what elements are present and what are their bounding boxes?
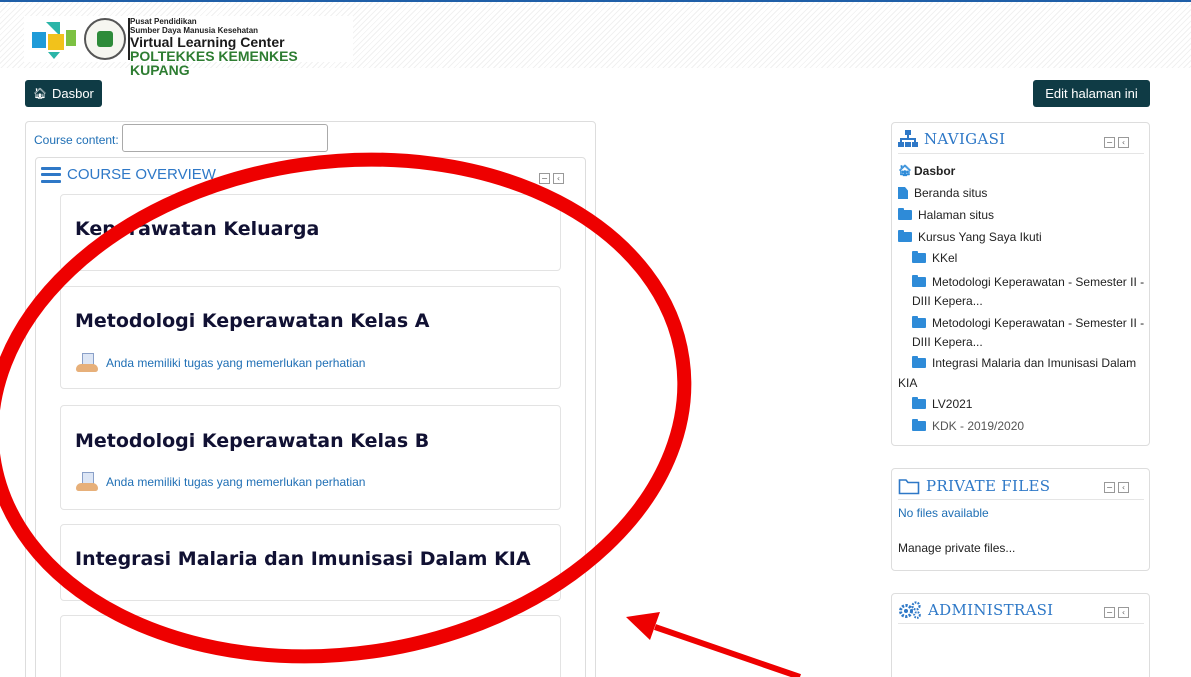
nav-item-label: Halaman situs (918, 208, 995, 222)
administration-title: ADMINISTRASI (928, 601, 1054, 619)
block-controls: − ‹ (1104, 482, 1129, 493)
nav-item-label-continued[interactable]: KIA (898, 376, 917, 390)
logo-line-1: Pusat Pendidikan (130, 17, 197, 26)
poltekkes-seal-icon (84, 18, 126, 60)
home-icon: 🏠︎ (33, 88, 47, 100)
block-controls: − ‹ (539, 173, 564, 184)
home-icon: 🏠︎ (898, 165, 912, 177)
file-icon (898, 187, 908, 199)
assignment-icon (76, 472, 98, 492)
folder-icon (912, 275, 926, 287)
course-attention-text: Anda memiliki tugas yang memerlukan perh… (106, 475, 366, 489)
nav-item-course[interactable]: KDK - 2019/2020 (912, 417, 1024, 435)
manage-private-files-link[interactable]: Manage private files... (898, 541, 1015, 555)
dock-icon[interactable]: ‹ (1118, 137, 1129, 148)
course-title-link[interactable]: Keperawatan Keluarga (75, 218, 319, 240)
nav-item-label: Metodologi Keperawatan - Semester II - (932, 316, 1145, 330)
course-card[interactable] (60, 615, 561, 677)
folder-icon (912, 251, 926, 263)
block-controls: − ‹ (1104, 137, 1129, 148)
nav-item-label: KDK - 2019/2020 (932, 419, 1025, 433)
nav-item-label: Beranda situs (914, 186, 988, 200)
course-content-label: Course content: (34, 133, 119, 147)
nav-item-label: Metodologi Keperawatan - Semester II - (932, 275, 1145, 289)
sitemap-icon (898, 130, 918, 147)
folder-outline-icon (898, 479, 920, 495)
nav-item-label: Kursus Yang Saya Ikuti (918, 230, 1042, 244)
nav-item-course[interactable]: LV2021 (912, 395, 972, 413)
dock-icon[interactable]: ‹ (1118, 607, 1129, 618)
assignment-icon (76, 353, 98, 373)
nav-item-course[interactable]: KKel (912, 249, 957, 267)
dashboard-button-label: Dasbor (51, 86, 94, 101)
folder-icon (912, 356, 926, 368)
dock-icon[interactable]: ‹ (1118, 482, 1129, 493)
collapse-icon[interactable]: − (1104, 607, 1115, 618)
course-title-link[interactable]: Metodologi Keperawatan Kelas B (75, 430, 429, 452)
dashboard-button[interactable]: 🏠︎ Dasbor (25, 80, 102, 107)
annotation-arrow-head (626, 612, 660, 640)
course-card[interactable] (60, 286, 561, 389)
annotation-arrow-shaft (654, 624, 801, 677)
folder-open-icon (898, 230, 912, 242)
collapse-icon[interactable]: − (1104, 137, 1115, 148)
logo-line-3: Virtual Learning Center (130, 34, 285, 50)
administration-header: ADMINISTRASI (898, 601, 1053, 619)
site-header: Pusat Pendidikan Sumber Daya Manusia Kes… (0, 0, 1191, 77)
divider (898, 623, 1144, 624)
collapse-icon[interactable]: − (539, 173, 550, 184)
course-title-link[interactable]: Integrasi Malaria dan Imunisasi Dalam KI… (75, 548, 531, 570)
nav-item-my-courses[interactable]: Kursus Yang Saya Ikuti (898, 228, 1042, 246)
logo-line-4: POLTEKKES KEMENKES KUPANG (130, 48, 298, 78)
nav-item-course[interactable]: Integrasi Malaria dan Imunisasi Dalam (912, 354, 1136, 372)
logo-text: Pusat Pendidikan Sumber Daya Manusia Kes… (130, 17, 353, 77)
divider (898, 153, 1144, 154)
folder-icon (912, 316, 926, 328)
dock-icon[interactable]: ‹ (553, 173, 564, 184)
course-attention-note[interactable]: Anda memiliki tugas yang memerlukan perh… (76, 472, 365, 492)
course-card[interactable] (60, 405, 561, 510)
nav-item-dashboard[interactable]: 🏠︎ Dasbor (898, 162, 955, 180)
kemenkes-logo-icon (32, 22, 76, 59)
course-overview-header: COURSE OVERVIEW (41, 166, 216, 183)
course-content-input[interactable] (122, 124, 328, 152)
nav-item-label: LV2021 (932, 397, 973, 411)
course-attention-text: Anda memiliki tugas yang memerlukan perh… (106, 356, 366, 370)
nav-item-site-pages[interactable]: Halaman situs (898, 206, 994, 224)
navigation-header: NAVIGASI (898, 130, 1005, 148)
nav-item-course[interactable]: Metodologi Keperawatan - Semester II - (912, 314, 1144, 332)
course-attention-note[interactable]: Anda memiliki tugas yang memerlukan perh… (76, 353, 365, 373)
private-files-header: PRIVATE FILES (898, 477, 1050, 495)
nav-item-label: KKel (932, 251, 958, 265)
edit-page-button-label: Edit halaman ini (1045, 86, 1138, 101)
no-files-text: No files available (898, 506, 989, 520)
nav-item-label-continued[interactable]: DIII Kepera... (912, 294, 983, 308)
nav-item-site-home[interactable]: Beranda situs (898, 184, 987, 202)
site-logo[interactable]: Pusat Pendidikan Sumber Daya Manusia Kes… (24, 16, 353, 77)
block-controls: − ‹ (1104, 607, 1129, 618)
navigation-title: NAVIGASI (924, 130, 1006, 148)
course-title-link[interactable]: Metodologi Keperawatan Kelas A (75, 310, 430, 332)
nav-item-label: Integrasi Malaria dan Imunisasi Dalam (932, 356, 1137, 370)
nav-item-label: Dasbor (914, 164, 956, 178)
hamburger-icon (41, 166, 61, 183)
nav-item-label-continued[interactable]: DIII Kepera... (912, 335, 983, 349)
gears-icon (899, 601, 921, 619)
course-overview-title: COURSE OVERVIEW (67, 166, 216, 183)
edit-page-button[interactable]: Edit halaman ini (1033, 80, 1150, 107)
divider (898, 499, 1144, 500)
nav-item-course[interactable]: Metodologi Keperawatan - Semester II - (912, 273, 1144, 291)
collapse-icon[interactable]: − (1104, 482, 1115, 493)
folder-icon (912, 419, 926, 431)
folder-icon (898, 208, 912, 220)
private-files-title: PRIVATE FILES (926, 477, 1051, 495)
folder-icon (912, 397, 926, 409)
